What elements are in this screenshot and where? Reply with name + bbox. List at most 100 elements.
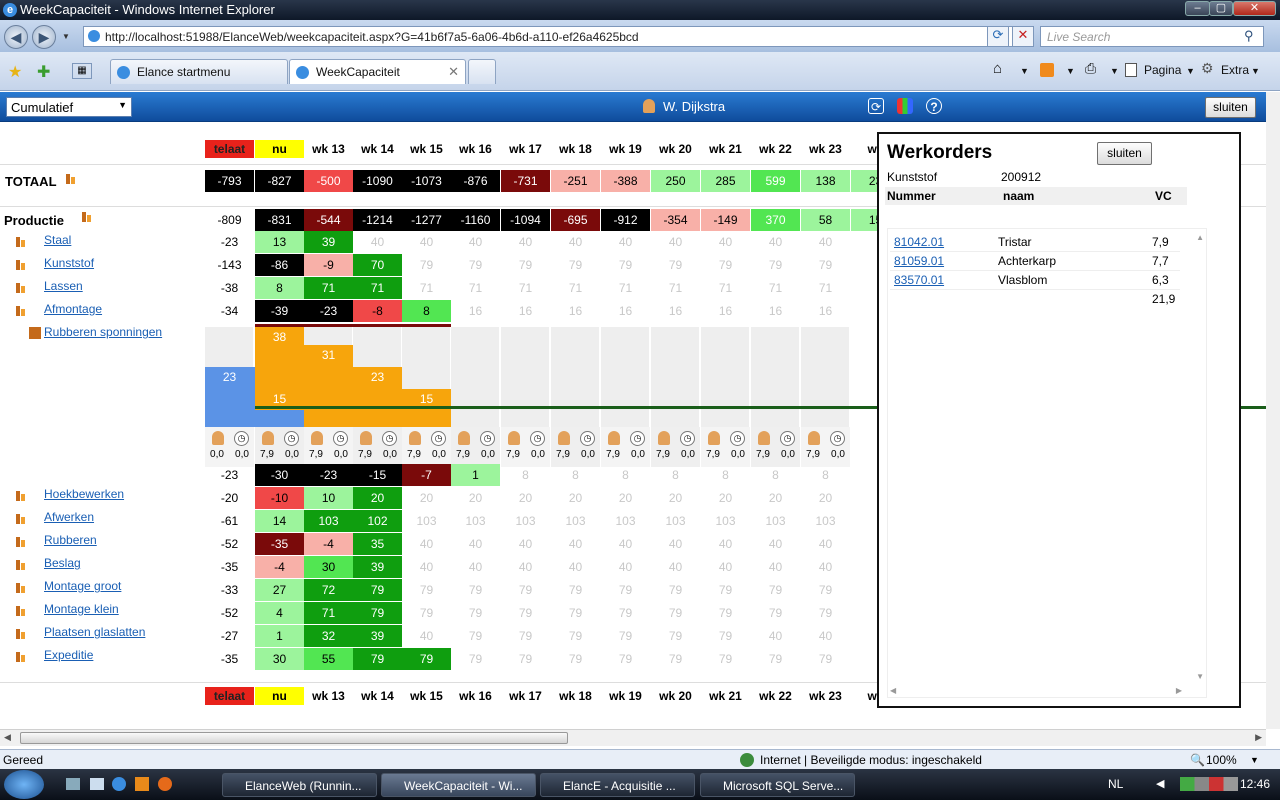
feeds-icon[interactable] [1040,63,1054,77]
taskbar-item-elance-acquisitie[interactable]: ElancE - Acquisitie ... [540,773,695,797]
clock-icon[interactable]: ◷ [284,431,299,446]
capacity-cell[interactable]: 79 [651,254,700,276]
capacity-cell[interactable]: -35 [205,556,254,578]
capacity-cell[interactable]: 40 [451,231,500,253]
tab-weekcapaciteit[interactable]: WeekCapaciteit ✕ [289,59,466,84]
capacity-cell[interactable]: -4 [255,556,304,578]
capacity-cell[interactable]: 40 [801,533,850,555]
capacity-cell[interactable]: 40 [353,231,402,253]
pagina-dropdown-icon[interactable]: ▼ [1186,66,1195,76]
totaal-cell[interactable]: -876 [451,170,500,192]
capacity-cell[interactable]: 103 [751,510,800,532]
clock-icon[interactable]: ◷ [382,431,397,446]
capacity-cell[interactable]: 71 [304,277,353,299]
rubber-summary-cell[interactable]: 8 [701,464,750,486]
person-icon[interactable] [608,431,620,445]
capacity-cell[interactable]: 40 [402,556,451,578]
chart-icon[interactable] [82,210,93,222]
capacity-cell[interactable]: 103 [701,510,750,532]
werkorder-link[interactable]: 81042.01 [894,235,944,249]
chart-icon[interactable] [16,604,27,616]
clock-icon[interactable]: ◷ [580,431,595,446]
row-label[interactable]: Afwerken [44,510,94,524]
person-icon[interactable] [360,431,372,445]
scroll-left-icon[interactable]: ◀ [890,686,896,695]
capacity-cell[interactable]: 40 [551,556,600,578]
capacity-cell[interactable]: 79 [701,625,750,647]
capacity-cell[interactable]: 30 [255,648,304,670]
rubber-summary-cell[interactable]: 8 [601,464,650,486]
capacity-cell[interactable]: 20 [601,487,650,509]
clock-icon[interactable]: ◷ [480,431,495,446]
rubber-summary-cell[interactable]: -15 [353,464,402,486]
totaal-cell[interactable]: 250 [651,170,700,192]
capacity-cell[interactable]: 71 [551,277,600,299]
capacity-cell[interactable]: 79 [651,602,700,624]
capacity-cell[interactable]: -34 [205,300,254,322]
capacity-cell[interactable]: 79 [353,602,402,624]
capacity-cell[interactable]: 79 [701,602,750,624]
capacity-cell[interactable]: 40 [651,231,700,253]
capacity-cell[interactable]: -39 [255,300,304,322]
capacity-cell[interactable]: 16 [451,300,500,322]
capacity-cell[interactable]: 79 [601,254,650,276]
print-dropdown-icon[interactable]: ▼ [1110,66,1119,76]
ie-quicklaunch-icon[interactable] [112,777,126,791]
capacity-cell[interactable]: 79 [353,579,402,601]
capacity-cell[interactable]: 20 [451,487,500,509]
chart-icon[interactable] [16,627,27,639]
person-icon[interactable] [808,431,820,445]
extra-menu[interactable]: Extra [1221,63,1249,77]
chart-icon[interactable] [16,258,27,270]
capacity-cell[interactable]: -38 [205,277,254,299]
clock-icon[interactable]: ◷ [680,431,695,446]
maximize-button[interactable]: ▢ [1209,1,1233,16]
print-icon[interactable]: ⎙ [1085,60,1096,77]
totaal-cell[interactable]: 138 [801,170,850,192]
capacity-cell[interactable]: 20 [801,487,850,509]
scroll-right-icon[interactable]: ▶ [1255,732,1262,743]
view-select[interactable]: Cumulatief ▼ [6,97,132,117]
capacity-cell[interactable]: 71 [353,277,402,299]
totaal-cell[interactable]: -1073 [402,170,451,192]
capacity-cell[interactable]: -52 [205,602,254,624]
capacity-cell[interactable]: 79 [501,625,550,647]
capacity-cell[interactable]: 79 [501,602,550,624]
capacity-cell[interactable]: 1 [255,625,304,647]
capacity-cell[interactable]: 30 [304,556,353,578]
colors-icon[interactable] [897,98,913,114]
capacity-cell[interactable]: 39 [353,556,402,578]
clock-icon[interactable]: ◷ [530,431,545,446]
capacity-cell[interactable]: 39 [353,625,402,647]
capacity-cell[interactable]: -33 [205,579,254,601]
chart-icon[interactable] [16,304,27,316]
capacity-cell[interactable]: 40 [651,533,700,555]
capacity-cell[interactable]: 79 [801,648,850,670]
capacity-cell[interactable]: 79 [801,602,850,624]
capacity-cell[interactable]: 79 [451,602,500,624]
capacity-cell[interactable]: 40 [751,625,800,647]
close-tab-icon[interactable]: ✕ [448,64,459,80]
rubber-warning-icon[interactable] [29,327,41,339]
address-input[interactable]: http://localhost:51988/ElanceWeb/weekcap… [83,26,1033,47]
capacity-cell[interactable]: 79 [601,648,650,670]
capacity-cell[interactable]: 40 [551,231,600,253]
person-icon[interactable] [658,431,670,445]
capacity-cell[interactable]: 40 [701,533,750,555]
horizontal-scrollbar[interactable]: ◀ ▶ [0,729,1266,746]
rubber-summary-cell[interactable]: -30 [255,464,304,486]
capacity-cell[interactable]: 20 [501,487,550,509]
capacity-cell[interactable]: 79 [402,602,451,624]
panel-scroll-area[interactable]: 81042.01 Tristar 7,9 81059.01 Achterkarp 7,7 8… [887,228,1207,698]
capacity-cell[interactable]: 10 [304,487,353,509]
capacity-cell[interactable]: 55 [304,648,353,670]
row-label[interactable]: Montage klein [44,602,119,616]
capacity-cell[interactable]: 71 [601,277,650,299]
chart-icon[interactable] [16,558,27,570]
person-icon[interactable] [458,431,470,445]
chart-icon[interactable] [16,581,27,593]
clock-icon[interactable]: ◷ [333,431,348,446]
media-icon[interactable] [135,777,149,791]
capacity-cell[interactable]: 71 [801,277,850,299]
row-label[interactable]: Expeditie [44,648,93,662]
